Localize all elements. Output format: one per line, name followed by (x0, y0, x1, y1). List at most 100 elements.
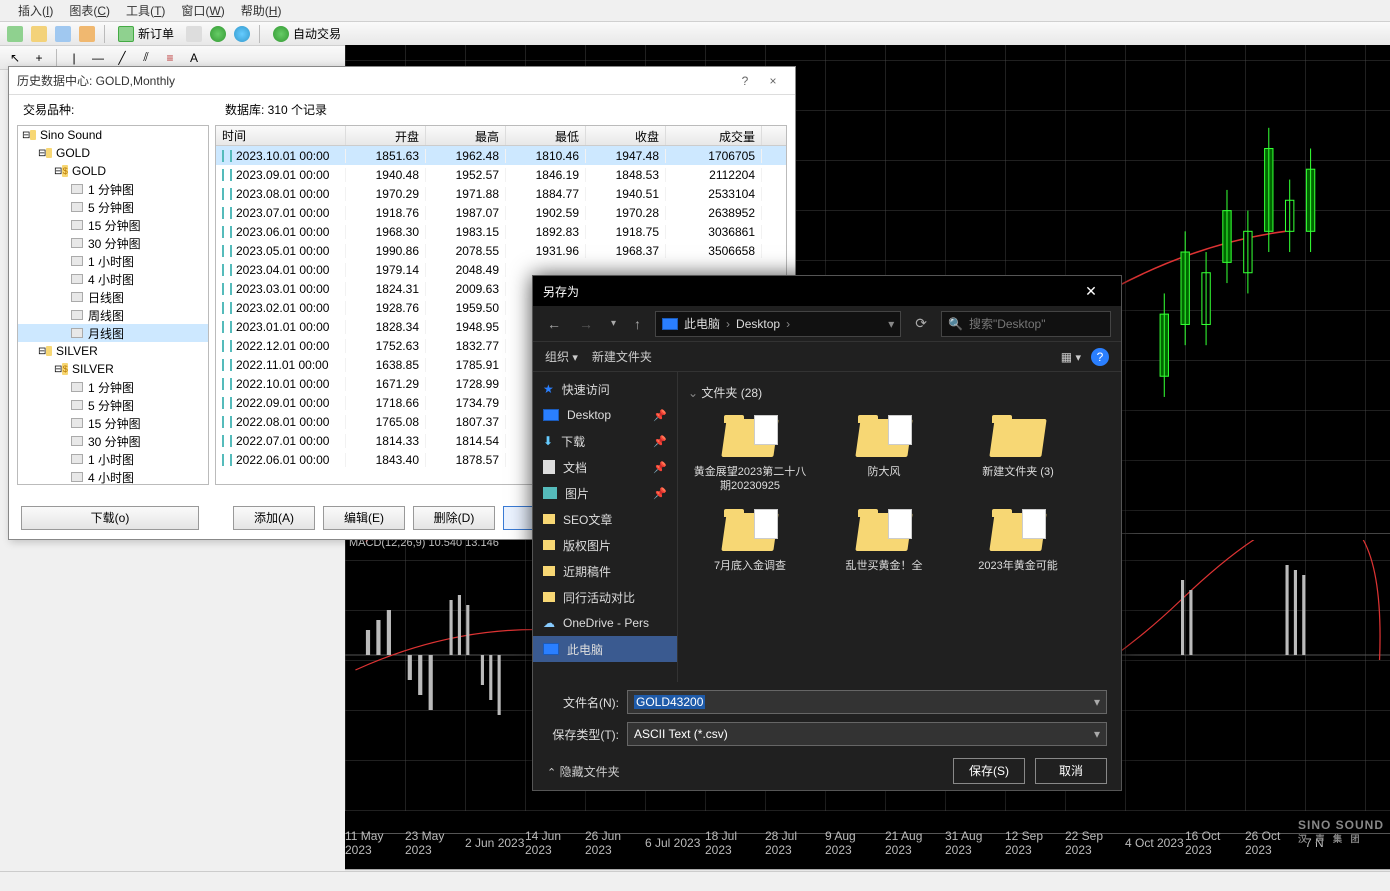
sidebar-item[interactable]: 图片📌 (533, 480, 677, 506)
tree-item[interactable]: 1 小时图 (18, 450, 208, 468)
tree-item[interactable]: 30 分钟图 (18, 432, 208, 450)
save-button[interactable]: 保存(S) (953, 758, 1025, 784)
text-icon[interactable]: A (183, 48, 205, 68)
sidebar-item[interactable]: 文档📌 (533, 454, 677, 480)
chevron-down-icon[interactable]: ▾ (888, 317, 894, 331)
sidebar-item[interactable]: Desktop📌 (533, 402, 677, 428)
sidebar-item[interactable]: SEO文章 (533, 506, 677, 532)
help-icon[interactable]: ? (1091, 348, 1109, 366)
filetype-select[interactable]: ASCII Text (*.csv)▾ (627, 722, 1107, 746)
tree-item[interactable]: ⊟ Sino Sound (18, 126, 208, 144)
menu-tools[interactable]: 工具(T) (120, 0, 171, 21)
menu-window[interactable]: 窗口(W) (175, 0, 230, 21)
fibo-icon[interactable]: ≡ (159, 48, 181, 68)
col-high[interactable]: 最高 (426, 126, 506, 145)
history-title-bar[interactable]: 历史数据中心: GOLD,Monthly ? × (9, 67, 795, 95)
tree-item[interactable]: 1 分钟图 (18, 378, 208, 396)
up-icon[interactable]: ↑ (630, 316, 645, 332)
vline-icon[interactable]: | (63, 48, 85, 68)
table-row[interactable]: 2023.09.01 00:001940.481952.571846.19184… (216, 165, 786, 184)
sidebar-item[interactable]: 版权图片 (533, 532, 677, 558)
tree-item[interactable]: 月线图 (18, 324, 208, 342)
tree-item[interactable]: ⊟ SILVER (18, 342, 208, 360)
folder-item[interactable]: 黄金展望2023第二十八期20230925 (686, 409, 814, 497)
download-button[interactable]: 下载(o) (21, 506, 199, 530)
tree-item[interactable]: 4 小时图 (18, 270, 208, 288)
forward-icon[interactable]: → (575, 316, 597, 332)
breadcrumb-part[interactable]: Desktop (736, 317, 780, 331)
chevron-down-icon[interactable]: ▾ (1094, 727, 1100, 741)
col-open[interactable]: 开盘 (346, 126, 426, 145)
edit-button[interactable]: 编辑(E) (323, 506, 405, 530)
sidebar-item[interactable]: ⬇下载📌 (533, 428, 677, 454)
folder-item[interactable]: 乱世买黄金！全 (820, 503, 948, 577)
organize-button[interactable]: 组织 ▾ (545, 348, 578, 365)
sidebar-item[interactable]: ★快速访问 (533, 376, 677, 402)
cursor-icon[interactable]: ↖ (4, 48, 26, 68)
table-row[interactable]: 2023.07.01 00:001918.761987.071902.59197… (216, 203, 786, 222)
tree-item[interactable]: 30 分钟图 (18, 234, 208, 252)
tree-item[interactable]: 15 分钟图 (18, 216, 208, 234)
menu-help[interactable]: 帮助(H) (235, 0, 288, 21)
table-row[interactable]: 2023.06.01 00:001968.301983.151892.83191… (216, 222, 786, 241)
toolbar-market-watch-icon[interactable] (52, 24, 74, 44)
tree-item[interactable]: 日线图 (18, 288, 208, 306)
col-volume[interactable]: 成交量 (666, 126, 762, 145)
tree-item[interactable]: 1 小时图 (18, 252, 208, 270)
toolbar-profiles-icon[interactable] (28, 24, 50, 44)
tree-item[interactable]: 5 分钟图 (18, 396, 208, 414)
delete-button[interactable]: 删除(D) (413, 506, 495, 530)
folders-group-header[interactable]: ⌄ 文件夹 (28) (682, 380, 1117, 405)
chevron-down-icon[interactable]: ▾ (1094, 695, 1100, 709)
folder-item[interactable]: 7月底入金调查 (686, 503, 814, 577)
sidebar-item[interactable]: 此电脑 (533, 636, 677, 662)
tree-item[interactable]: ⊟ GOLD (18, 144, 208, 162)
trendline-icon[interactable]: ╱ (111, 48, 133, 68)
folder-item[interactable]: 防大风 (820, 409, 948, 497)
tree-item[interactable]: ⊟ $SILVER (18, 360, 208, 378)
hline-icon[interactable]: — (87, 48, 109, 68)
save-sidebar[interactable]: ★快速访问Desktop📌⬇下载📌文档📌图片📌SEO文章版权图片近期稿件同行活动… (533, 372, 678, 682)
col-low[interactable]: 最低 (506, 126, 586, 145)
crosshair-icon[interactable]: + (28, 48, 50, 68)
help-icon[interactable]: ? (731, 74, 759, 88)
toolbar-metaquotes-icon[interactable] (183, 24, 205, 44)
toolbar-signal-icon[interactable] (231, 24, 253, 44)
toolbar-new-chart-icon[interactable] (4, 24, 26, 44)
auto-trade-button[interactable]: 自动交易 (266, 24, 348, 44)
sidebar-item[interactable]: 同行活动对比 (533, 584, 677, 610)
new-order-button[interactable]: 新订单 (111, 24, 181, 44)
sidebar-item[interactable]: ☁OneDrive - Pers (533, 610, 677, 636)
hide-folders-button[interactable]: ⌃ 隐藏文件夹 (547, 763, 620, 780)
menu-insert[interactable]: 插入(I) (12, 0, 59, 21)
sidebar-item[interactable]: 近期稿件 (533, 558, 677, 584)
save-file-grid[interactable]: ⌄ 文件夹 (28) 黄金展望2023第二十八期20230925防大风新建文件夹… (678, 372, 1121, 682)
folder-item[interactable]: 新建文件夹 (3) (954, 409, 1082, 497)
recent-dropdown-icon[interactable]: ▾ (607, 318, 620, 329)
back-icon[interactable]: ← (543, 316, 565, 332)
new-folder-button[interactable]: 新建文件夹 (592, 348, 652, 365)
tree-item[interactable]: 5 分钟图 (18, 198, 208, 216)
tree-item[interactable]: 4 小时图 (18, 468, 208, 485)
close-icon[interactable]: × (759, 74, 787, 88)
breadcrumb-part[interactable]: 此电脑 (684, 315, 720, 332)
close-icon[interactable]: ✕ (1071, 283, 1111, 300)
toolbar-navigator-icon[interactable] (76, 24, 98, 44)
cancel-button[interactable]: 取消 (1035, 758, 1107, 784)
channel-icon[interactable]: ⫽ (135, 48, 157, 68)
col-time[interactable]: 时间 (216, 126, 346, 145)
tree-item[interactable]: ⊟ $GOLD (18, 162, 208, 180)
breadcrumb[interactable]: 此电脑 › Desktop › ▾ (655, 311, 901, 337)
symbol-tree[interactable]: ⊟ Sino Sound⊟ GOLD⊟ $GOLD1 分钟图5 分钟图15 分钟… (17, 125, 209, 485)
add-button[interactable]: 添加(A) (233, 506, 315, 530)
toolbar-expert-icon[interactable] (207, 24, 229, 44)
tree-item[interactable]: 周线图 (18, 306, 208, 324)
folder-item[interactable]: 2023年黄金可能 (954, 503, 1082, 577)
menu-chart[interactable]: 图表(C) (63, 0, 116, 21)
save-title-bar[interactable]: 另存为 ✕ (533, 276, 1121, 306)
search-input[interactable]: 🔍 搜索"Desktop" (941, 311, 1111, 337)
tree-item[interactable]: 15 分钟图 (18, 414, 208, 432)
tree-item[interactable]: 1 分钟图 (18, 180, 208, 198)
refresh-icon[interactable]: ⟳ (911, 315, 931, 332)
filename-input[interactable]: GOLD43200▾ (627, 690, 1107, 714)
